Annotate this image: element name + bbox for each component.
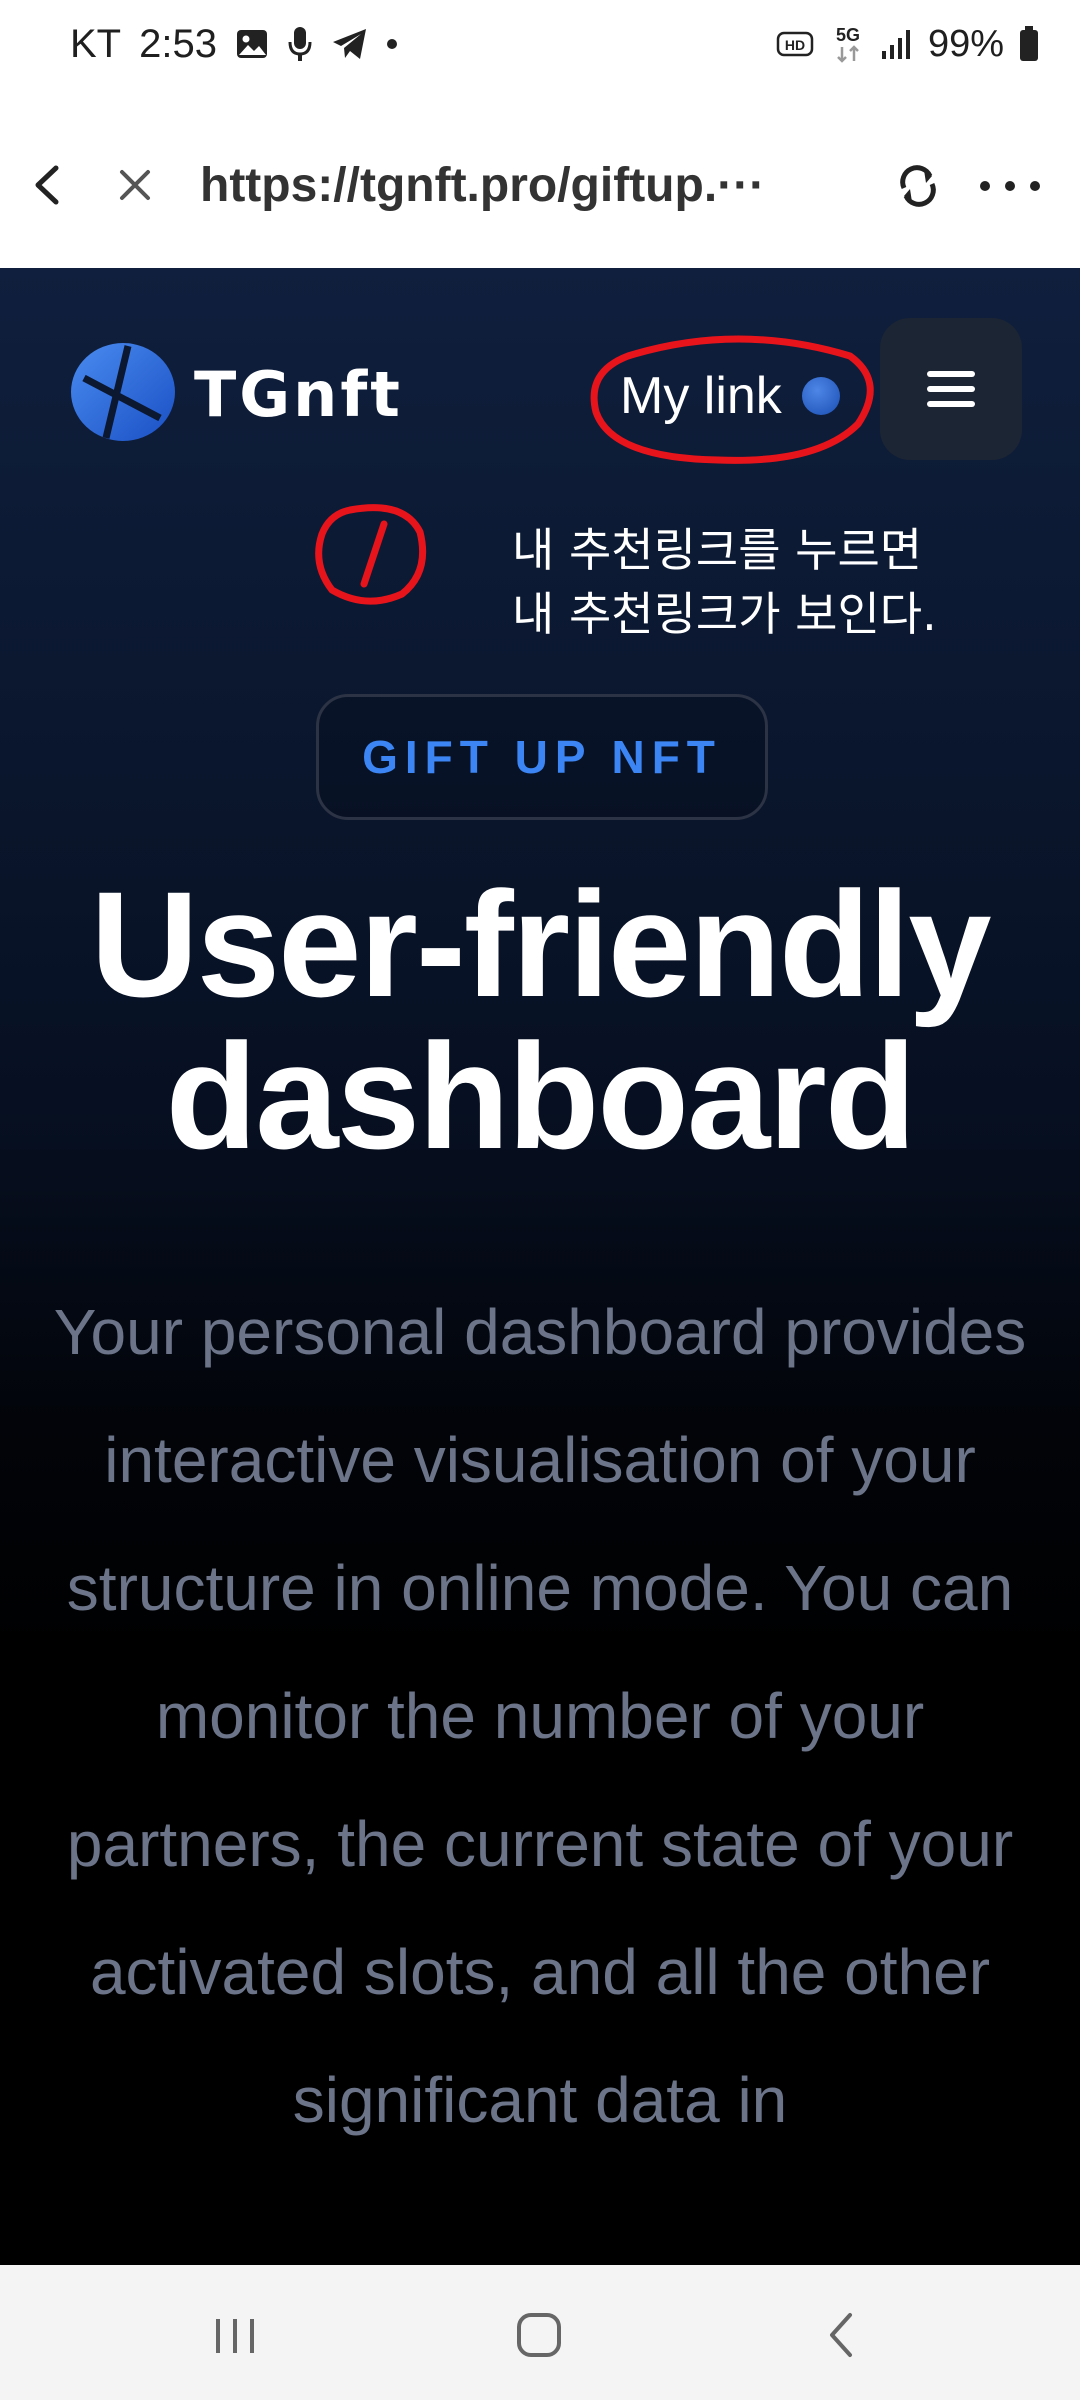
home-icon[interactable] bbox=[505, 2305, 575, 2365]
title-line-1: User-friendly bbox=[90, 860, 991, 1028]
image-icon bbox=[235, 27, 269, 61]
menu-button[interactable] bbox=[880, 318, 1022, 460]
logo-text: TGnft bbox=[194, 358, 403, 431]
more-icon[interactable] bbox=[975, 158, 1045, 214]
time-label: 2:53 bbox=[139, 21, 217, 66]
5g-icon: 5G bbox=[830, 23, 866, 65]
site-logo[interactable]: TGnft bbox=[68, 340, 403, 449]
annotation-line-1: 내 추천링크를 누르면 bbox=[512, 523, 923, 577]
status-left: KT 2:53 bbox=[70, 18, 397, 70]
url-bar[interactable]: https://tgnft.pro/giftup.··· bbox=[200, 156, 800, 216]
battery-icon bbox=[1018, 25, 1040, 63]
battery-label: 99% bbox=[927, 22, 1004, 65]
system-nav-bar bbox=[0, 2265, 1080, 2400]
browser-toolbar: https://tgnft.pro/giftup.··· bbox=[0, 90, 1080, 269]
title-line-2: dashboard bbox=[165, 1012, 917, 1180]
status-right: HD 5G 99% bbox=[776, 18, 1040, 70]
annotation-note: 내 추천링크를 누르면 내 추천링크가 보인다. bbox=[512, 518, 937, 646]
close-icon[interactable] bbox=[110, 160, 160, 210]
annotation-circle-my-link bbox=[590, 335, 874, 464]
microphone-icon bbox=[287, 25, 313, 63]
gift-up-nft-button[interactable]: GIFT UP NFT bbox=[316, 694, 768, 820]
web-page: TGnft My link 내 추천링크를 누르면 내 추천링크가 보인다. G… bbox=[0, 268, 1080, 2265]
page-title: User-friendly dashboard bbox=[0, 868, 1080, 1172]
carrier-label: KT bbox=[70, 21, 122, 66]
dot-icon bbox=[386, 39, 397, 49]
hd-icon: HD bbox=[776, 29, 816, 59]
status-bar: KT 2:53 HD 5G 99% bbox=[0, 0, 1080, 90]
svg-text:5G: 5G bbox=[836, 25, 860, 45]
description-paragraph: Your personal dashboard provides interac… bbox=[53, 1296, 1027, 2136]
annotation-numeral-one bbox=[315, 504, 427, 605]
logo-globe-icon bbox=[68, 340, 178, 449]
hamburger-icon bbox=[927, 371, 975, 407]
signal-icon bbox=[880, 27, 914, 61]
annotation-line-2: 내 추천링크가 보인다. bbox=[512, 587, 937, 641]
back-nav-icon[interactable] bbox=[808, 2305, 878, 2365]
svg-text:HD: HD bbox=[785, 37, 805, 53]
back-icon[interactable] bbox=[24, 160, 74, 210]
telegram-icon bbox=[331, 27, 369, 61]
sync-icon[interactable] bbox=[890, 158, 946, 214]
recents-icon[interactable] bbox=[200, 2305, 270, 2365]
